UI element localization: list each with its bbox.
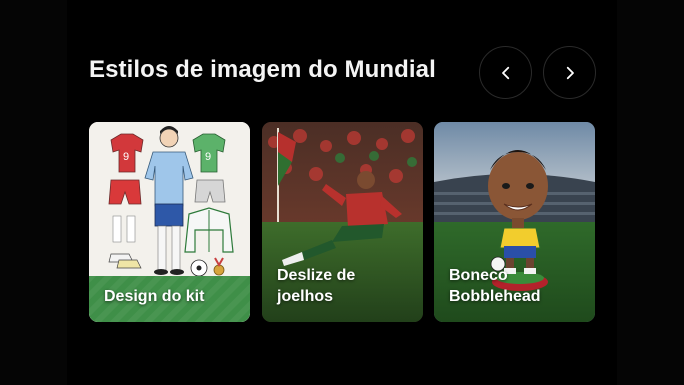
right-margin — [617, 0, 684, 385]
jersey-number: 9 — [123, 151, 129, 163]
card-label: Boneco Bobblehead — [449, 267, 541, 306]
card-label: Design do kit — [104, 288, 205, 306]
style-card-knee-slide[interactable]: Deslize de joelhos — [262, 122, 423, 322]
card-label: Deslize de joelhos — [277, 267, 356, 306]
left-margin — [0, 0, 67, 385]
carousel-prev-button[interactable] — [479, 46, 532, 99]
chevron-left-icon — [501, 66, 509, 79]
carousel-next-button[interactable] — [543, 46, 596, 99]
jersey-number: 9 — [205, 151, 211, 163]
style-card-bobblehead[interactable]: Boneco Bobblehead — [434, 122, 595, 322]
section-title: Estilos de imagem do Mundial — [89, 56, 436, 83]
chevron-right-icon — [566, 66, 574, 79]
style-card-kit-design[interactable]: 9 9 Design do kit — [89, 122, 250, 322]
